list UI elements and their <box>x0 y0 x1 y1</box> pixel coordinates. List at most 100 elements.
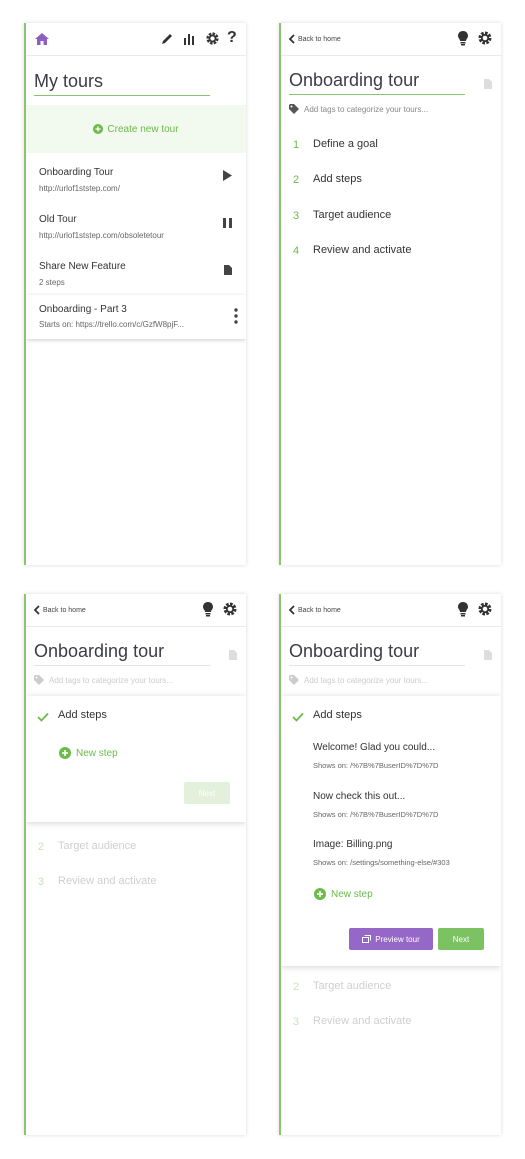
tags-input[interactable]: Add tags to categorize your tours... <box>289 675 428 685</box>
tour-name: Onboarding Tour <box>39 167 114 178</box>
step-label: Add steps <box>313 173 362 185</box>
chevron-left-icon <box>288 34 295 44</box>
new-step-label: New step <box>331 888 373 900</box>
tour-row[interactable]: Onboarding - Part 3 Starts on: https://t… <box>26 295 246 339</box>
next-button[interactable]: Next <box>184 782 230 804</box>
step-review-activate[interactable]: 4 Review and activate <box>281 239 501 265</box>
step-add-steps[interactable]: 2 Add steps <box>281 168 501 194</box>
step-label: Review and activate <box>313 244 412 256</box>
back-to-home-link[interactable]: Back to home <box>33 605 86 615</box>
pencil-icon[interactable] <box>160 32 174 51</box>
gear-icon[interactable] <box>222 601 238 622</box>
next-button[interactable]: Next <box>438 928 484 950</box>
back-to-home-link[interactable]: Back to home <box>288 605 341 615</box>
play-icon[interactable] <box>222 168 232 186</box>
chevron-left-icon <box>288 605 295 615</box>
more-vertical-icon[interactable] <box>234 308 238 329</box>
document-icon[interactable] <box>224 262 232 280</box>
step-review-activate[interactable]: 3 Review and activate <box>26 870 246 896</box>
tour-title[interactable]: Onboarding tour <box>289 70 419 91</box>
bar-chart-icon[interactable] <box>183 32 197 51</box>
tour-row[interactable]: Old Tour http://urlof1ststep.com/obsolet… <box>26 204 246 250</box>
back-label: Back to home <box>298 35 341 43</box>
top-bar: Back to home <box>281 23 501 56</box>
tour-name: Onboarding - Part 3 <box>39 304 127 315</box>
tour-title[interactable]: Onboarding tour <box>34 641 164 662</box>
document-icon[interactable] <box>484 76 493 89</box>
card-title: Add steps <box>58 709 107 721</box>
substep-name: Welcome! Glad you could... <box>313 742 436 753</box>
title-underline <box>34 665 210 666</box>
chevron-left-icon <box>33 605 40 615</box>
gear-icon[interactable] <box>477 30 493 51</box>
back-label: Back to home <box>43 606 86 614</box>
tags-input[interactable]: Add tags to categorize your tours... <box>34 675 173 685</box>
gear-icon[interactable] <box>205 31 220 51</box>
tour-title[interactable]: Onboarding tour <box>289 641 419 662</box>
create-new-tour-button[interactable]: Create new tour <box>26 105 246 153</box>
tour-step-count: 2 steps <box>39 278 65 287</box>
plus-circle-icon <box>93 124 104 134</box>
tags-input[interactable]: Add tags to categorize your tours... <box>289 104 428 114</box>
title-underline <box>34 95 210 96</box>
lightbulb-icon[interactable] <box>203 602 213 622</box>
back-label: Back to home <box>298 606 341 614</box>
step-target-audience[interactable]: 2 Target audience <box>26 835 246 861</box>
lightbulb-icon[interactable] <box>458 31 468 51</box>
substep-shows-on: Shows on: /%7B%7BuserID%7D%7D <box>313 810 439 819</box>
substep-shows-on: Shows on: /%7B%7BuserID%7D%7D <box>313 761 439 770</box>
step-review-activate[interactable]: 3 Review and activate <box>281 1010 501 1036</box>
document-icon[interactable] <box>229 647 238 660</box>
check-icon <box>292 709 304 727</box>
pause-icon[interactable] <box>223 215 232 233</box>
create-new-tour-label: Create new tour <box>107 123 179 135</box>
list-item[interactable]: Welcome! Glad you could... Shows on: /%7… <box>313 742 438 770</box>
step-target-audience[interactable]: 3 Target audience <box>281 204 501 230</box>
step-number: 3 <box>293 210 300 222</box>
add-steps-card: Add steps Welcome! Glad you could... Sho… <box>281 696 501 966</box>
new-step-button[interactable]: New step <box>59 747 118 759</box>
tag-icon <box>34 675 44 685</box>
step-define-goal[interactable]: 1 Define a goal <box>281 133 501 159</box>
page-title: My tours <box>34 71 104 91</box>
substep-name: Image: Billing.png <box>313 839 393 850</box>
tag-icon <box>289 104 299 114</box>
lightbulb-icon[interactable] <box>458 602 468 622</box>
new-step-button[interactable]: New step <box>314 888 373 900</box>
help-icon[interactable]: ? <box>227 29 237 47</box>
step-label: Review and activate <box>313 1015 412 1027</box>
step-number: 1 <box>293 139 300 151</box>
top-bar: Back to home <box>26 594 246 627</box>
list-item[interactable]: Image: Billing.png Shows on: /settings/s… <box>313 839 450 867</box>
back-to-home-link[interactable]: Back to home <box>288 34 341 44</box>
title-underline <box>289 665 465 666</box>
card-title: Add steps <box>313 709 362 721</box>
step-number: 3 <box>38 876 45 888</box>
gear-icon[interactable] <box>477 601 493 622</box>
add-steps-card: Add steps New step Next <box>26 696 246 822</box>
step-label: Define a goal <box>313 138 378 150</box>
tag-icon <box>289 675 299 685</box>
tour-row[interactable]: Onboarding Tour http://urlof1ststep.com/ <box>26 157 246 203</box>
step-number: 3 <box>293 1016 300 1028</box>
tour-url: http://urlof1ststep.com/ <box>39 184 120 193</box>
step-number: 4 <box>293 245 300 257</box>
step-number: 2 <box>38 841 45 853</box>
my-tours-panel: ? My tours Create new tour Onboarding To… <box>24 23 246 565</box>
top-bar: ? <box>26 23 246 56</box>
document-icon[interactable] <box>484 647 493 660</box>
plus-circle-icon <box>59 747 71 759</box>
preview-tour-label: Preview tour <box>375 934 420 944</box>
tags-placeholder: Add tags to categorize your tours... <box>304 675 429 685</box>
tour-row[interactable]: Share New Feature 2 steps <box>26 251 246 297</box>
tags-placeholder: Add tags to categorize your tours... <box>49 675 174 685</box>
title-underline <box>289 94 465 95</box>
step-label: Target audience <box>313 980 392 992</box>
check-icon <box>37 709 49 727</box>
step-number: 2 <box>293 174 300 186</box>
step-target-audience[interactable]: 2 Target audience <box>281 975 501 1001</box>
home-icon[interactable] <box>34 32 50 51</box>
preview-tour-button[interactable]: Preview tour <box>349 928 433 950</box>
tags-placeholder: Add tags to categorize your tours... <box>304 104 429 114</box>
list-item[interactable]: Now check this out... Shows on: /%7B%7Bu… <box>313 791 438 819</box>
